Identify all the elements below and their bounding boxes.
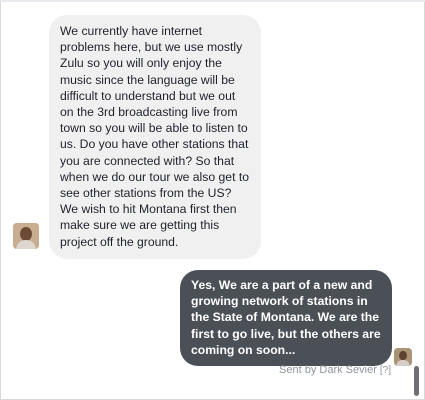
read-receipt-avatar [394, 348, 412, 366]
scrollbar-thumb[interactable] [414, 366, 419, 396]
sent-status: Sent by Dark Sevier [?] [279, 364, 391, 376]
incoming-message-bubble: We currently have internet problems here… [49, 15, 261, 259]
incoming-message-text: We currently have internet problems here… [60, 24, 250, 249]
sent-by-label: Sent by Dark Sevier [279, 364, 377, 376]
read-receipt-avatar-image [394, 348, 412, 366]
help-link[interactable]: [?] [380, 365, 391, 376]
outgoing-message-text: Yes, We are a part of a new and growing … [191, 278, 381, 357]
outgoing-message-bubble: Yes, We are a part of a new and growing … [180, 270, 392, 367]
sender-avatar[interactable] [13, 223, 39, 249]
divider [0, 0, 425, 2]
sender-avatar-image [13, 223, 39, 249]
